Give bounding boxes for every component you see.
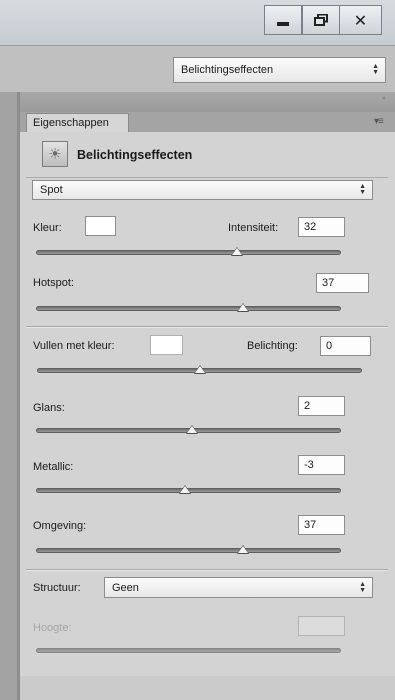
divider xyxy=(26,326,388,327)
ambience-field[interactable]: 37 xyxy=(298,515,345,535)
fill-color-label: Vullen met kleur: xyxy=(33,340,115,352)
gloss-label: Glans: xyxy=(33,402,65,414)
fill-color-swatch[interactable] xyxy=(150,335,183,355)
light-type-value: Spot xyxy=(40,184,63,196)
texture-value: Geen xyxy=(112,581,139,594)
intensity-slider-track[interactable] xyxy=(36,250,341,255)
gloss-field[interactable]: 2 xyxy=(298,396,345,416)
metallic-slider-thumb[interactable] xyxy=(179,485,192,494)
exposure-label: Belichting: xyxy=(247,340,298,352)
close-icon: ✕ xyxy=(353,10,368,30)
updown-arrows-icon: ▲ ▼ xyxy=(359,580,366,594)
divider xyxy=(26,569,388,570)
hotspot-field[interactable]: 37 xyxy=(316,273,369,293)
exposure-slider-thumb[interactable] xyxy=(193,365,206,374)
minimize-icon xyxy=(277,22,289,26)
preset-dropdown[interactable]: Belichtingseffecten ▲ ▼ xyxy=(173,57,386,83)
intensity-field[interactable]: 32 xyxy=(298,217,345,237)
gloss-slider-thumb[interactable] xyxy=(185,425,198,434)
height-label: Hoogte: xyxy=(33,622,72,634)
intensity-label: Intensiteit: xyxy=(228,222,279,234)
metallic-field[interactable]: -3 xyxy=(298,455,345,475)
hotspot-slider-thumb[interactable] xyxy=(237,303,250,312)
tab-eigenschappen[interactable]: Eigenschappen xyxy=(26,113,129,133)
metallic-label: Metallic: xyxy=(33,461,74,473)
minimize-button[interactable] xyxy=(264,5,302,35)
texture-dropdown[interactable]: Geen ▲ ▼ xyxy=(104,577,373,598)
updown-arrows-icon: ▲ ▼ xyxy=(359,183,366,196)
hotspot-label: Hotspot: xyxy=(33,277,74,289)
ambience-slider-thumb[interactable] xyxy=(237,545,250,554)
dock-left-strip xyxy=(0,92,17,700)
divider xyxy=(26,177,388,178)
ambience-label: Omgeving: xyxy=(33,520,87,532)
color-label: Kleur: xyxy=(33,222,62,234)
restore-icon xyxy=(314,14,328,26)
tab-label: Eigenschappen xyxy=(33,117,109,129)
collapse-icon[interactable]: » xyxy=(382,95,386,102)
exposure-field[interactable]: 0 xyxy=(320,336,371,356)
light-type-dropdown[interactable]: Spot ▲ ▼ xyxy=(32,180,373,200)
ambience-slider-track[interactable] xyxy=(36,548,341,553)
hotspot-slider-track[interactable] xyxy=(36,306,341,311)
texture-label: Structuur: xyxy=(33,582,81,594)
spotlight-icon: ☀ xyxy=(42,141,68,167)
height-field xyxy=(298,616,345,636)
panel-title: Belichtingseffecten xyxy=(77,148,193,162)
color-swatch[interactable] xyxy=(85,216,116,236)
updown-arrows-icon: ▲ ▼ xyxy=(372,63,379,76)
height-slider-track xyxy=(36,648,341,653)
close-button[interactable]: ✕ xyxy=(340,5,382,35)
panel-dock-header xyxy=(0,92,395,112)
panel-footer xyxy=(20,676,395,700)
preset-dropdown-value: Belichtingseffecten xyxy=(181,64,274,76)
intensity-slider-thumb[interactable] xyxy=(231,247,244,256)
panel-menu-icon[interactable]: ▾≡ xyxy=(374,116,384,127)
restore-button[interactable] xyxy=(302,5,340,35)
